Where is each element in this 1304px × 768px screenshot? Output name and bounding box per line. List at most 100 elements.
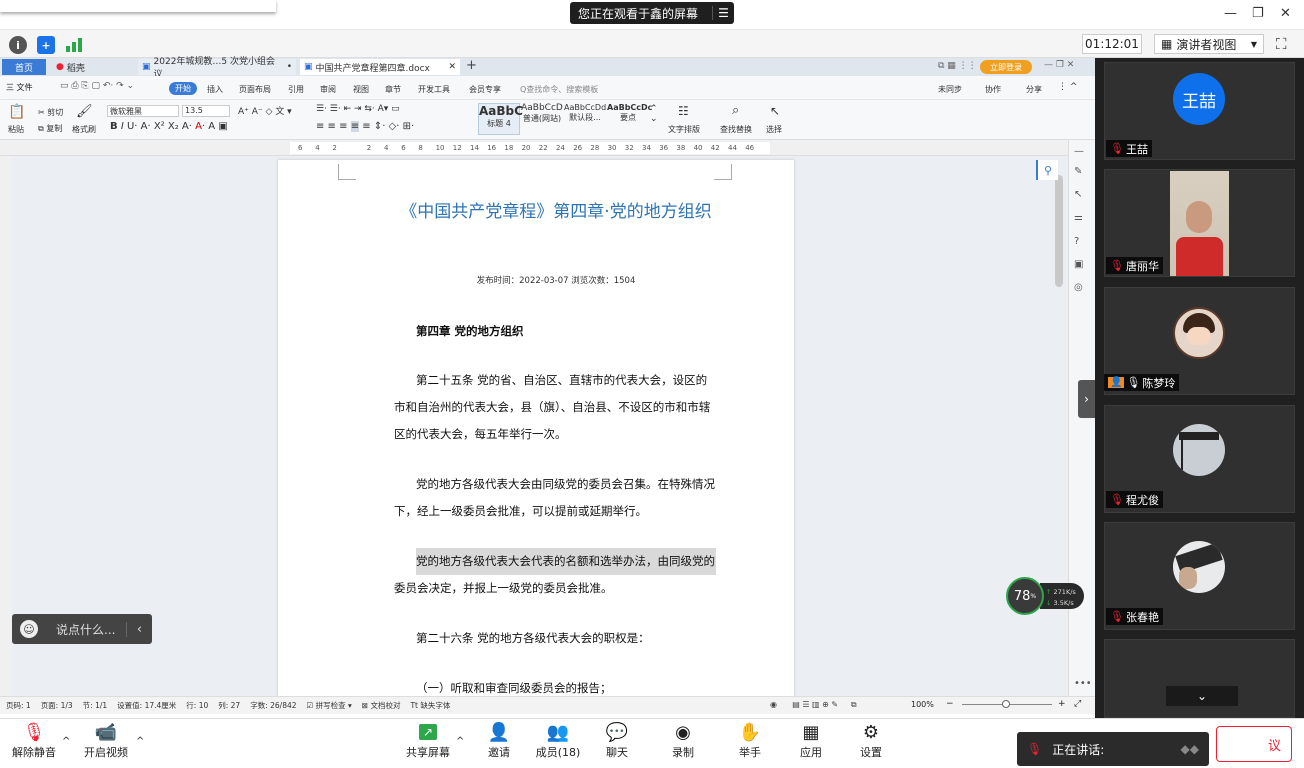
font-size-tools[interactable]: A⁺ A⁻ ◇ 文 ▾	[238, 104, 292, 117]
copy-button[interactable]: ⧉ 复制	[38, 123, 62, 134]
text-layout-button[interactable]: 文字排版	[668, 124, 700, 135]
wps-window-controls[interactable]: — ❐ ✕	[1044, 60, 1074, 70]
zoom-in-icon[interactable]: +	[1058, 699, 1066, 709]
pointer-icon[interactable]: ↖	[1074, 189, 1082, 200]
text-format-tools[interactable]: B I U· A· X² X₂ A· A· A ▣	[110, 121, 228, 132]
close-icon[interactable]: ✕	[1280, 6, 1291, 21]
raise-hand-button[interactable]: ✋ 举手	[720, 720, 780, 760]
command-search[interactable]: Q查找命令、搜索模板	[520, 84, 598, 95]
more-icon[interactable]: ⋮ ^	[1058, 82, 1077, 92]
view-mode-icons[interactable]: ◉ ▤ ☰ ▥ ⊕ ✎ ⧉	[770, 700, 857, 710]
restore-icon[interactable]: ❐	[1252, 6, 1264, 21]
share-options-icon[interactable]: ^	[456, 736, 464, 747]
style-normal-web[interactable]: AaBbCcD 普通(网站)	[521, 103, 563, 135]
collapse-chevron-icon[interactable]: ‹	[126, 621, 152, 637]
cursor-icon[interactable]: ↖	[770, 104, 780, 118]
image-icon[interactable]: ▣	[1074, 259, 1083, 270]
style-heading4[interactable]: AaBbC 标题 4	[478, 103, 523, 135]
share-doc-button[interactable]: 分享	[1026, 84, 1042, 95]
quick-access-icons[interactable]: ▭ ⎙ ⎘ ▢ ↶· ↷ ⌄	[60, 81, 134, 91]
info-icon[interactable]: i	[9, 36, 27, 54]
menu-chapter[interactable]: 章节	[385, 84, 401, 95]
share-screen-button[interactable]: ↗ 共享屏幕	[398, 720, 458, 760]
status-words[interactable]: 字数: 26/842	[250, 700, 296, 711]
tab-docer[interactable]: ● 稻壳	[52, 59, 132, 75]
audio-options-icon[interactable]: ^	[62, 736, 70, 747]
font-name-select[interactable]: 微软雅黑	[107, 105, 179, 117]
gallery-down-icon[interactable]: ⌄	[1166, 686, 1238, 706]
magnifier-icon[interactable]: ⌕	[732, 103, 739, 118]
menu-member[interactable]: 会员专享	[469, 84, 501, 95]
align-tools[interactable]: ≡ ≡ ≡ ≡ ≡ ⇕· ◇· ⊞·	[316, 121, 414, 132]
help-icon[interactable]: ?	[1074, 236, 1079, 247]
leave-button[interactable]: 议	[1216, 726, 1292, 762]
menu-icon[interactable]: ☰	[712, 6, 734, 20]
style-default-para[interactable]: AaBbCcDd 默认段...	[564, 103, 606, 135]
select-button[interactable]: 选择	[766, 124, 782, 135]
tab-label: 稻壳	[66, 63, 85, 74]
zoom-out-icon[interactable]: −	[946, 699, 954, 709]
participant-tile[interactable]	[1104, 639, 1295, 718]
view-switch-button[interactable]: ▦ 演讲者视图 ▼	[1154, 34, 1264, 54]
menu-references[interactable]: 引用	[288, 84, 304, 95]
collaborate-button[interactable]: 协作	[985, 84, 1001, 95]
menu-file[interactable]: 三 文件	[6, 82, 33, 93]
new-tab-icon[interactable]: +	[466, 58, 477, 73]
format-painter-button[interactable]: 格式刷	[72, 124, 96, 135]
tab-home[interactable]: 首页	[2, 59, 46, 75]
sync-status[interactable]: 未同步	[938, 84, 962, 95]
fit-page-icon[interactable]: ⤢	[1074, 699, 1081, 709]
shield-icon[interactable]: +	[37, 36, 55, 54]
minimize-icon[interactable]: —	[1224, 6, 1237, 21]
spell-check[interactable]: ☑ 拼写检查 ▾	[307, 700, 352, 711]
mark-icon[interactable]: ◎	[1074, 282, 1083, 293]
share-banner[interactable]: 您正在观看于鑫的屏幕 ☰	[570, 2, 734, 24]
find-replace-button[interactable]: 查找替换	[720, 124, 752, 135]
menu-layout[interactable]: 页面布局	[239, 84, 271, 95]
apps-button[interactable]: ▦ 应用	[781, 720, 841, 760]
style-key-point[interactable]: AaBbCcDc 要点	[607, 103, 652, 135]
invite-button[interactable]: 👤 邀请	[469, 720, 529, 760]
missing-font[interactable]: Tt 缺失字体	[410, 700, 450, 711]
menu-review[interactable]: 审阅	[320, 84, 336, 95]
gallery-toggle-icon[interactable]: ›	[1078, 380, 1095, 418]
location-pin-icon[interactable]: ⚲	[1036, 160, 1058, 180]
chat-button[interactable]: 💬 聊天	[587, 720, 647, 760]
zoom-slider-handle[interactable]	[1002, 700, 1010, 708]
menu-dev-tools[interactable]: 开发工具	[418, 84, 450, 95]
menu-start[interactable]: 开始	[169, 82, 197, 95]
zoom-value[interactable]: 100%	[911, 700, 934, 709]
proofread[interactable]: ⊠ 文档校对	[362, 700, 401, 711]
font-size-select[interactable]: 13.5	[182, 105, 230, 117]
scrollbar-thumb[interactable]	[1055, 175, 1063, 287]
tab-active-doc[interactable]: ▣ 中国共产党章程第四章.docx ✕	[300, 59, 460, 75]
tab-close-icon[interactable]: ✕	[448, 62, 456, 72]
chat-placeholder[interactable]: 说点什么...	[56, 621, 115, 638]
video-options-icon[interactable]: ^	[136, 736, 144, 747]
emoji-icon[interactable]: ☺	[20, 620, 38, 638]
layout-icons[interactable]: ⧉ ▦ ⋮⋮	[938, 61, 977, 71]
more-dots-icon[interactable]: •••	[1074, 678, 1092, 689]
unmute-button[interactable]: 🎙 解除静音	[4, 720, 64, 760]
menu-insert[interactable]: 插入	[207, 84, 223, 95]
members-button[interactable]: 👥 成员(18)	[528, 720, 588, 760]
tab-meeting-doc[interactable]: ▣ 2022年城规教…5 次党小组会议 •	[138, 57, 296, 80]
collapse-icon[interactable]: —	[1074, 146, 1084, 157]
pen-icon[interactable]: ✎	[1074, 166, 1082, 177]
text-layout-icon[interactable]: ☷	[678, 104, 689, 118]
cut-button[interactable]: ✂ 剪切	[38, 107, 63, 118]
list-tools[interactable]: ☰· ☰· ⇤ ⇥ ⇆· A▾ ▭	[316, 104, 400, 114]
fullscreen-icon[interactable]: ⛶	[1276, 35, 1287, 53]
menu-view[interactable]: 视图	[353, 84, 369, 95]
paste-button[interactable]: 粘贴	[8, 124, 24, 135]
start-video-button[interactable]: 📹 开启视频	[76, 720, 136, 760]
signal-icon[interactable]	[65, 38, 83, 52]
settings-button[interactable]: ⚙ 设置	[841, 720, 901, 760]
login-button[interactable]: 立即登录	[980, 60, 1032, 74]
chat-float[interactable]: ☺ 说点什么... ‹	[12, 614, 152, 644]
record-button[interactable]: ◉ 录制	[653, 720, 713, 760]
adjust-icon[interactable]: ⚌	[1074, 212, 1083, 223]
style-scroll-icon[interactable]: ⌃ ⌄	[650, 104, 658, 124]
paste-icon[interactable]: 📋	[8, 104, 25, 120]
format-painter-icon[interactable]: 🖌	[76, 104, 93, 119]
